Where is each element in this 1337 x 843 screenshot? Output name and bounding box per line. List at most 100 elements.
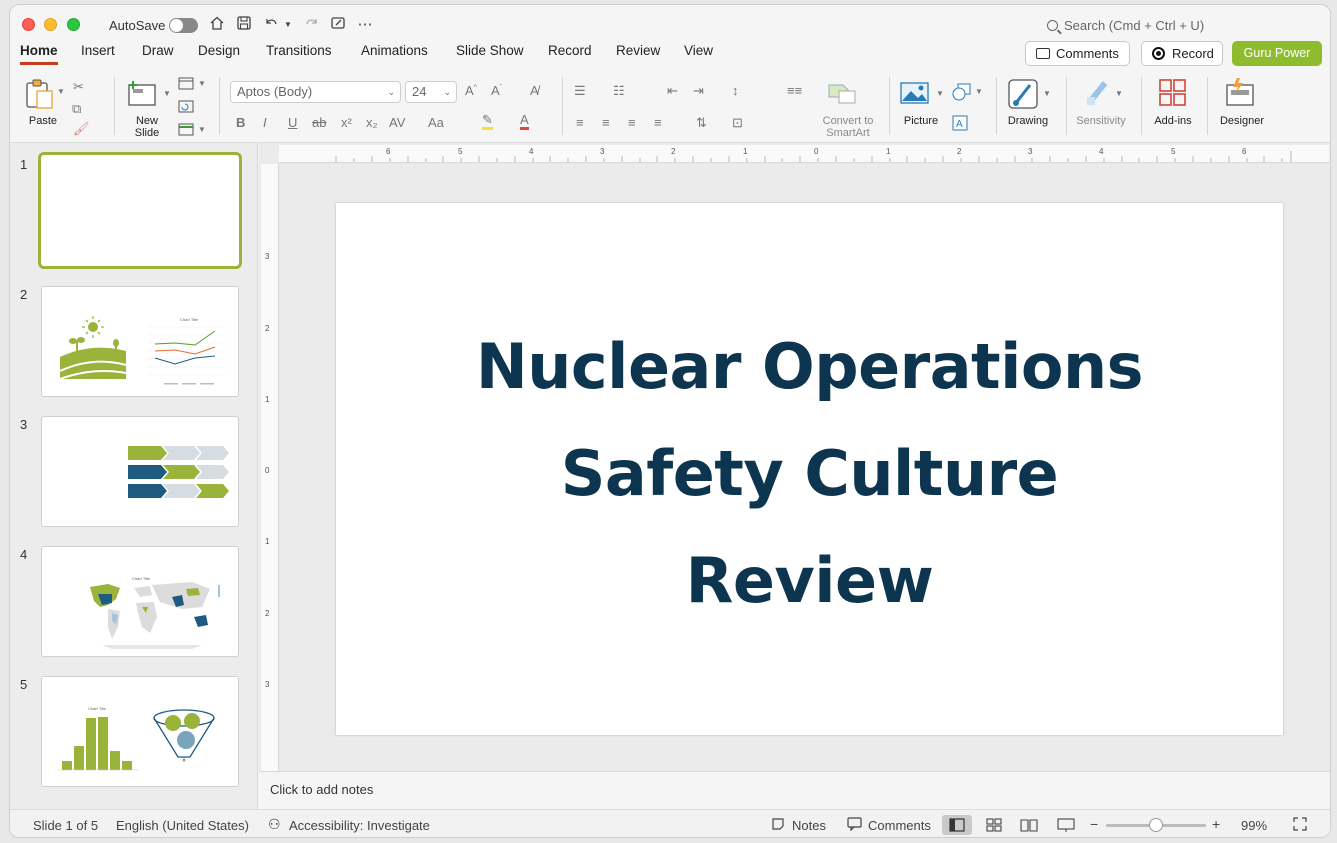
- highlight-icon[interactable]: ✎: [482, 113, 493, 130]
- zoom-in-icon[interactable]: +: [1212, 816, 1220, 832]
- superscript-icon[interactable]: x²: [341, 115, 352, 130]
- underline-icon[interactable]: U: [288, 115, 297, 130]
- subscript-icon[interactable]: x₂: [366, 115, 378, 130]
- accessibility-status[interactable]: Accessibility: Investigate: [289, 818, 430, 833]
- guru-power-button[interactable]: Guru Power: [1232, 41, 1322, 66]
- convert-smartart-label[interactable]: Convert to SmartArt: [817, 115, 879, 139]
- minimize-window-button[interactable]: [44, 18, 57, 31]
- textbox-icon[interactable]: A: [952, 115, 968, 134]
- tab-transitions[interactable]: Transitions: [266, 43, 332, 62]
- tab-home[interactable]: Home: [20, 43, 58, 65]
- zoom-slider[interactable]: [1106, 818, 1206, 832]
- slide-title[interactable]: Nuclear Operations Safety Culture Review: [336, 313, 1283, 634]
- tab-review[interactable]: Review: [616, 43, 660, 62]
- tab-design[interactable]: Design: [198, 43, 240, 62]
- slide-sorter-button[interactable]: [979, 815, 1009, 835]
- autosave-toggle[interactable]: [169, 18, 198, 33]
- decrease-font-icon[interactable]: Aˇ: [491, 83, 502, 98]
- smartart-icon[interactable]: [827, 81, 857, 108]
- slide-thumbnail-1[interactable]: [38, 152, 242, 269]
- horizontal-ruler[interactable]: 6 5 4 3 2 1 0 1 2 3 4 5 6: [279, 145, 1329, 163]
- zoom-slider-thumb[interactable]: [1149, 818, 1163, 832]
- sensitivity-chevron-icon[interactable]: ▼: [1115, 89, 1123, 98]
- slide-canvas[interactable]: Nuclear Operations Safety Culture Review: [336, 203, 1283, 735]
- cut-icon[interactable]: ✂: [73, 79, 84, 95]
- tab-slide-show[interactable]: Slide Show: [456, 43, 524, 62]
- fullscreen-window-button[interactable]: [67, 18, 80, 31]
- align-text-icon[interactable]: ⊡: [732, 115, 743, 131]
- search-box[interactable]: Search (Cmd + Ctrl + U): [1047, 18, 1204, 33]
- notes-pane[interactable]: Click to add notes: [259, 771, 1330, 809]
- increase-indent-icon[interactable]: ⇥: [693, 83, 704, 99]
- font-name-select[interactable]: Aptos (Body) ⌄: [230, 81, 401, 103]
- align-center-icon[interactable]: ≡: [602, 115, 610, 130]
- tab-record[interactable]: Record: [548, 43, 592, 62]
- slide-thumbnail-3[interactable]: [41, 416, 239, 527]
- bullets-icon[interactable]: ☰: [574, 83, 586, 99]
- format-painter-icon[interactable]: 🖌: [73, 121, 90, 137]
- layout-chevron-icon[interactable]: ▼: [198, 79, 206, 88]
- presenter-icon[interactable]: [328, 15, 348, 35]
- slide-thumbnail-4[interactable]: Chart Title: [41, 546, 239, 657]
- paste-button[interactable]: [24, 77, 58, 114]
- align-left-icon[interactable]: ≡: [576, 115, 584, 130]
- vertical-ruler[interactable]: 3 2 1 0 1 2 3: [261, 164, 279, 771]
- accessibility-icon[interactable]: ⚇: [268, 816, 281, 833]
- align-right-icon[interactable]: ≡: [628, 115, 636, 130]
- home-icon[interactable]: [207, 15, 227, 35]
- drawing-chevron-icon[interactable]: ▼: [1043, 89, 1051, 98]
- picture-chevron-icon[interactable]: ▼: [936, 89, 944, 98]
- slideshow-button[interactable]: [1051, 815, 1081, 835]
- sensitivity-icon[interactable]: [1085, 79, 1111, 110]
- slide-thumbnail-2[interactable]: Chart Title: [41, 286, 239, 397]
- shapes-chevron-icon[interactable]: ▼: [975, 87, 983, 96]
- character-spacing-icon[interactable]: AV: [389, 115, 405, 130]
- columns-icon[interactable]: ≡≡: [787, 83, 802, 98]
- tab-animations[interactable]: Animations: [361, 43, 428, 62]
- new-slide-button[interactable]: [127, 79, 159, 110]
- clear-formatting-icon[interactable]: A̸: [530, 83, 539, 98]
- undo-dropdown-chevron-icon[interactable]: ▼: [282, 15, 294, 35]
- picture-icon[interactable]: [900, 81, 930, 108]
- slide-editor[interactable]: 6 5 4 3 2 1 0 1 2 3 4 5 6 3 2 1 0 1 2 3 …: [259, 143, 1330, 771]
- notes-icon[interactable]: [771, 817, 785, 834]
- notes-toggle[interactable]: Notes: [792, 818, 826, 833]
- record-button[interactable]: Record: [1141, 41, 1223, 66]
- sensitivity-label[interactable]: Sensitivity: [1072, 115, 1130, 127]
- section-icon[interactable]: [178, 123, 194, 139]
- copy-icon[interactable]: ⧉: [72, 101, 81, 117]
- zoom-level[interactable]: 99%: [1241, 818, 1267, 833]
- numbering-icon[interactable]: ☷: [613, 83, 625, 99]
- italic-icon[interactable]: I: [263, 115, 267, 130]
- reading-view-button[interactable]: [1014, 815, 1044, 835]
- new-slide-chevron-icon[interactable]: ▼: [163, 89, 171, 98]
- redo-icon[interactable]: [302, 15, 322, 35]
- language[interactable]: English (United States): [116, 818, 249, 833]
- more-icon[interactable]: ⋯: [355, 15, 375, 35]
- decrease-indent-icon[interactable]: ⇤: [667, 83, 678, 99]
- text-direction-icon[interactable]: ⇅: [696, 115, 707, 131]
- line-spacing-icon[interactable]: ↕: [732, 83, 739, 98]
- font-size-select[interactable]: 24 ⌄: [405, 81, 457, 103]
- bold-icon[interactable]: B: [236, 115, 245, 130]
- reset-slide-icon[interactable]: [178, 100, 194, 116]
- close-window-button[interactable]: [22, 18, 35, 31]
- designer-icon[interactable]: [1225, 77, 1257, 110]
- section-chevron-icon[interactable]: ▼: [198, 125, 206, 134]
- slide-thumbnail-5[interactable]: Chart Title: [41, 676, 239, 787]
- tab-draw[interactable]: Draw: [142, 43, 174, 62]
- zoom-out-icon[interactable]: −: [1090, 816, 1098, 832]
- layout-icon[interactable]: [178, 77, 194, 93]
- drawing-icon[interactable]: [1008, 77, 1040, 112]
- paste-dropdown-chevron-icon[interactable]: ▼: [57, 87, 65, 96]
- undo-icon[interactable]: [261, 15, 281, 35]
- comments-toggle[interactable]: Comments: [868, 818, 931, 833]
- comments-button[interactable]: Comments: [1025, 41, 1130, 66]
- fit-slide-icon[interactable]: [1292, 816, 1308, 835]
- font-color-icon[interactable]: A: [520, 113, 529, 130]
- comments-icon[interactable]: [847, 817, 862, 834]
- normal-view-button[interactable]: [942, 815, 972, 835]
- justify-icon[interactable]: ≡: [654, 115, 662, 130]
- increase-font-icon[interactable]: A^: [465, 83, 477, 98]
- change-case-icon[interactable]: Aa: [428, 115, 444, 130]
